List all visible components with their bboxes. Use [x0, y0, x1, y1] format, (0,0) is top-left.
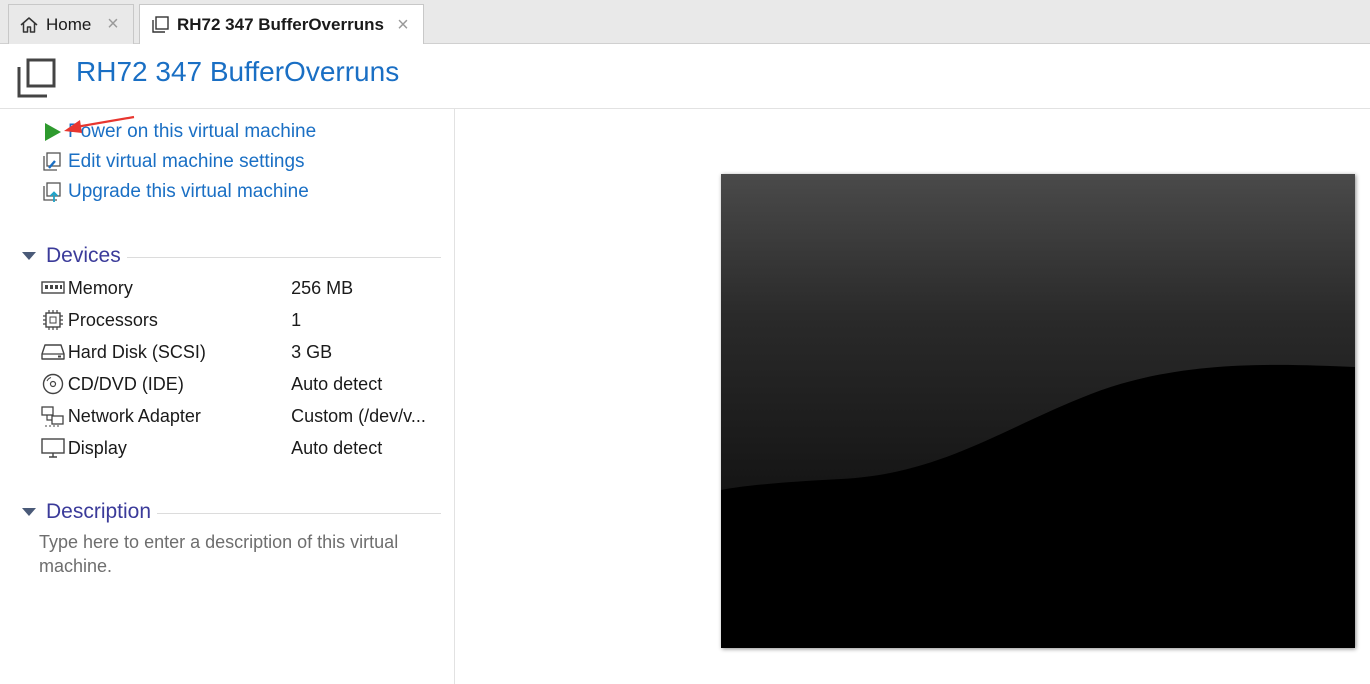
- close-icon[interactable]: ×: [393, 14, 413, 36]
- description-section-toggle[interactable]: Description: [20, 497, 441, 527]
- device-row-hard-disk[interactable]: Hard Disk (SCSI) 3 GB: [40, 337, 440, 367]
- upgrade-icon: [40, 180, 64, 204]
- edit-settings-label: Edit virtual machine settings: [68, 151, 305, 172]
- tab-vm[interactable]: RH72 347 BufferOverruns ×: [139, 4, 424, 45]
- section-divider: [157, 512, 441, 514]
- hard-disk-icon: [40, 340, 66, 364]
- network-adapter-icon: [40, 404, 66, 428]
- device-row-display[interactable]: Display Auto detect: [40, 433, 440, 463]
- devices-section-toggle[interactable]: Devices: [20, 241, 441, 271]
- vm-icon: [14, 56, 58, 100]
- vm-details-panel: Power on this virtual machine Edit virtu…: [0, 109, 455, 684]
- vm-header: RH72 347 BufferOverruns: [0, 44, 1370, 109]
- device-name: Hard Disk (SCSI): [67, 341, 206, 362]
- device-value: 3 GB: [291, 341, 333, 362]
- edit-settings-icon: [40, 150, 64, 174]
- device-value: Auto detect: [291, 373, 383, 394]
- vm-icon: [149, 14, 171, 36]
- collapse-triangle-icon: [22, 508, 36, 516]
- device-name: CD/DVD (IDE): [67, 373, 184, 394]
- play-icon: [40, 120, 64, 144]
- device-row-cd-dvd[interactable]: CD/DVD (IDE) Auto detect: [40, 369, 440, 399]
- power-on-button[interactable]: Power on this virtual machine: [40, 118, 316, 146]
- cd-dvd-icon: [40, 372, 66, 396]
- vm-screen-preview[interactable]: [721, 174, 1355, 648]
- device-row-memory[interactable]: Memory 256 MB: [40, 273, 440, 303]
- memory-icon: [40, 276, 66, 300]
- section-divider: [126, 256, 441, 258]
- device-value: Auto detect: [291, 437, 383, 458]
- processor-icon: [40, 308, 66, 332]
- device-value: 1: [291, 309, 302, 330]
- device-name: Processors: [67, 309, 158, 330]
- device-name: Memory: [67, 277, 133, 298]
- device-row-processors[interactable]: Processors 1: [40, 305, 440, 335]
- tab-home-label: Home: [46, 14, 92, 34]
- power-on-label: Power on this virtual machine: [68, 121, 317, 142]
- description-heading: Description: [46, 500, 152, 523]
- upgrade-vm-button[interactable]: Upgrade this virtual machine: [40, 178, 309, 206]
- close-icon[interactable]: ×: [103, 13, 123, 35]
- device-value: 256 MB: [291, 277, 354, 298]
- collapse-triangle-icon: [22, 252, 36, 260]
- devices-heading: Devices: [46, 244, 121, 267]
- device-name: Display: [67, 437, 127, 458]
- home-icon: [18, 14, 40, 36]
- page-title: RH72 347 BufferOverruns: [76, 56, 400, 87]
- device-name: Network Adapter: [67, 405, 201, 426]
- tab-bar: Home × RH72 347 BufferOverruns ×: [0, 0, 1370, 45]
- device-value: Custom (/dev/v...: [291, 405, 426, 426]
- device-row-network-adapter[interactable]: Network Adapter Custom (/dev/v...: [40, 401, 440, 431]
- tab-home[interactable]: Home ×: [8, 4, 134, 44]
- upgrade-vm-label: Upgrade this virtual machine: [68, 181, 309, 202]
- description-field[interactable]: Type here to enter a description of this…: [39, 530, 439, 578]
- tab-vm-label: RH72 347 BufferOverruns: [177, 15, 384, 34]
- edit-settings-button[interactable]: Edit virtual machine settings: [40, 148, 305, 176]
- display-icon: [40, 436, 66, 460]
